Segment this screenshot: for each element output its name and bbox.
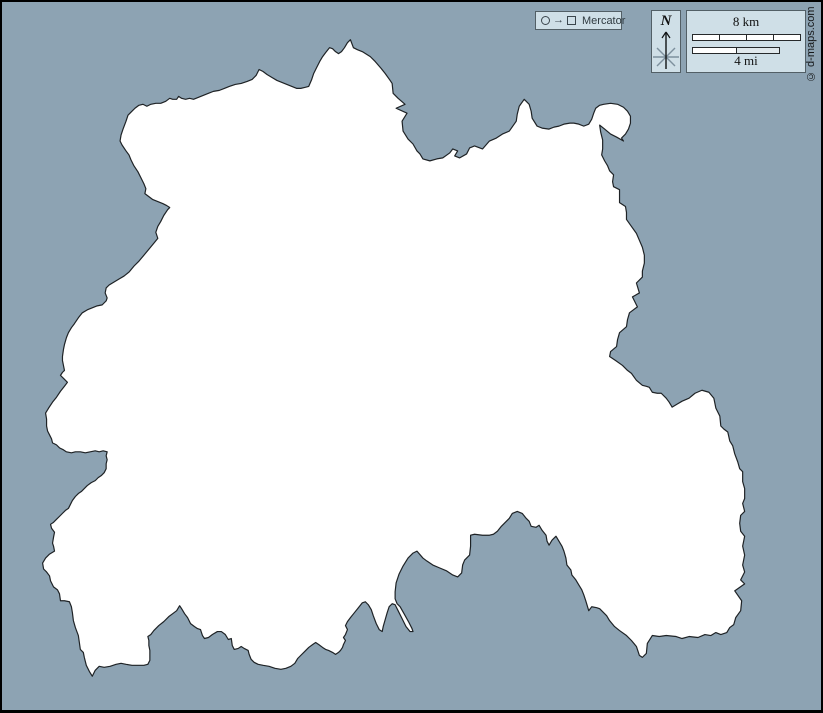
square-icon	[567, 16, 576, 25]
scale-bar-km	[692, 34, 801, 41]
scale-km-label: 8 km	[687, 14, 805, 30]
compass-star-icon	[652, 30, 680, 72]
scale-bar-box: 8 km 4 mi	[686, 10, 806, 73]
arrow-right-icon: →	[553, 15, 564, 26]
north-label: N	[661, 13, 672, 30]
copyright-credit: © d-maps.com	[805, 8, 822, 82]
projection-badge: → Mercator	[535, 11, 622, 30]
circle-icon	[541, 16, 550, 25]
region-outline	[43, 40, 745, 677]
projection-label: Mercator	[582, 15, 625, 27]
map-region-svg	[2, 2, 821, 710]
scale-mi-label: 4 mi	[687, 53, 805, 69]
compass-box: N	[651, 10, 681, 73]
map-canvas: → Mercator N 8 km 4 mi © d-maps.com	[0, 0, 823, 713]
